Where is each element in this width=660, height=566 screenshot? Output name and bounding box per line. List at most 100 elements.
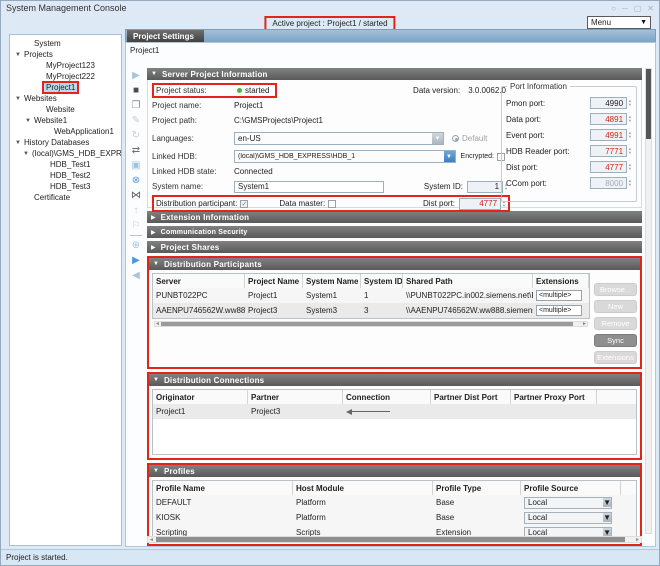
tree-item-myproject123[interactable]: MyProject123 [10, 60, 121, 71]
sync-button[interactable]: Sync [594, 334, 637, 347]
table-row[interactable]: Project1Project3 [153, 404, 636, 419]
distribution-participant-checkbox[interactable]: ✓ [240, 200, 248, 208]
originator-cell: Project1 [153, 404, 248, 419]
tree-item-project1[interactable]: Project1 [10, 82, 121, 93]
section-header-server-project-information[interactable]: ▼ Server Project Information [147, 68, 642, 80]
project-status-value: started [245, 86, 269, 95]
extensions-dropdown[interactable]: <multiple> [536, 305, 582, 316]
default-language-radio[interactable] [452, 135, 459, 142]
unlink-hdb-icon[interactable]: ⋈ [128, 188, 144, 203]
project-status-row: Project status: started Data version: 3.… [152, 83, 508, 98]
column-header: Connection [343, 390, 431, 404]
port-label: Event port: [506, 131, 590, 140]
tree-item-webapplication1[interactable]: WebApplication1 [10, 126, 121, 137]
tree-expand-icon[interactable]: ▼ [14, 96, 22, 102]
tree-expand-icon[interactable]: ▼ [24, 118, 32, 124]
profile-source-dropdown[interactable]: Local▼ [524, 512, 612, 524]
table-row[interactable]: PUNBT022PCProject1System11\\PUNBT022PC.i… [153, 288, 589, 303]
tree-item-certificate[interactable]: Certificate [10, 192, 121, 203]
close-button[interactable]: ✕ [647, 4, 654, 13]
chevron-down-icon: ▼ [640, 19, 647, 26]
scroll-left-arrow-icon[interactable]: ◄ [155, 321, 160, 327]
toolbar-divider [130, 235, 142, 236]
next-icon[interactable]: ▶ [128, 253, 144, 268]
host-module-cell: Platform [293, 495, 433, 510]
add-icon[interactable]: ⊕ [128, 238, 144, 253]
remove-button[interactable]: Remove [594, 317, 637, 330]
new-project-icon[interactable]: ❐ [128, 98, 144, 113]
scrollbar-thumb[interactable] [161, 322, 573, 326]
scrollbar-thumb[interactable] [646, 69, 651, 139]
spinner-arrows-icon[interactable]: ▲▼ [628, 115, 632, 123]
tree-expand-icon[interactable]: ▼ [14, 52, 22, 58]
scrollbar-thumb[interactable] [156, 537, 625, 542]
section-header-profiles[interactable]: ▼ Profiles [149, 465, 640, 477]
table-row[interactable]: AAENPU746562W.ww888Project3System33\\AAE… [153, 303, 589, 318]
browse--button[interactable]: Browse... [594, 283, 637, 296]
restore-icon[interactable]: ↻ [128, 128, 144, 143]
data-master-checkbox[interactable] [328, 200, 336, 208]
tree-item-label: HDB_Test2 [48, 171, 92, 180]
tree-item-projects[interactable]: ▼Projects [10, 49, 121, 60]
scroll-left-arrow-icon[interactable]: ◄ [149, 537, 154, 543]
table-row[interactable]: DEFAULTPlatformBaseLocal▼ [153, 495, 636, 510]
data-master-label: Data master: [279, 199, 325, 208]
table-row[interactable]: KIOSKPlatformBaseLocal▼ [153, 510, 636, 525]
tree-item-hdb-test3[interactable]: HDB_Test3 [10, 181, 121, 192]
stop-project-icon[interactable]: ■ [128, 83, 144, 98]
tree-item--local-gms-hdb-express[interactable]: ▼(local)\GMS_HDB_EXPRESS [10, 148, 121, 159]
tree-item-hdb-test2[interactable]: HDB_Test2 [10, 170, 121, 181]
project-subtitle: Project1 [130, 46, 159, 55]
tree-item-myproject222[interactable]: MyProject222 [10, 71, 121, 82]
section-header-communication-security[interactable]: ▶ Communication Security [147, 226, 642, 238]
compare-icon[interactable]: ⇄ [128, 143, 144, 158]
spinner-arrows-icon[interactable]: ▲▼ [628, 147, 632, 155]
section-header-distribution-participants[interactable]: ▼ Distribution Participants [149, 258, 640, 270]
cancel-icon[interactable]: ⊗ [128, 173, 144, 188]
tree-item-history-databases[interactable]: ▼History Databases [10, 137, 121, 148]
linked-hdb-dropdown[interactable]: (local)\GMS_HDB_EXPRESS\HDB_1 ▼ [234, 150, 456, 163]
spinner-arrows-icon[interactable]: ▲▼ [628, 179, 632, 187]
tree-expand-icon[interactable]: ▼ [22, 151, 30, 157]
vertical-scrollbar[interactable] [645, 68, 652, 534]
upgrade-icon[interactable]: ↑ [128, 203, 144, 218]
column-header: Shared Path [403, 274, 533, 288]
project-name-label: Project name: [152, 101, 234, 110]
maximize-button[interactable]: ▢ [634, 4, 642, 13]
extensions-dropdown[interactable]: <multiple> [536, 290, 582, 301]
profiles-highlight: ▼ Profiles Profile NameHost ModuleProfil… [147, 463, 642, 546]
new-button[interactable]: New [594, 300, 637, 313]
horizontal-scrollbar[interactable]: ◄ ► [147, 536, 642, 543]
tree-item-system[interactable]: System [10, 38, 121, 49]
spinner-arrows-icon[interactable]: ▲▼ [628, 163, 632, 171]
tree-item-websites[interactable]: ▼Websites [10, 93, 121, 104]
tree-item-website[interactable]: Website [10, 104, 121, 115]
tree-item-hdb-test1[interactable]: HDB_Test1 [10, 159, 121, 170]
chevron-down-icon: ▼ [444, 151, 455, 162]
distribution-participants-table: ServerProject NameSystem NameSystem IDSh… [152, 273, 590, 319]
extensions-button[interactable]: Extensions [594, 351, 637, 364]
previous-icon[interactable]: ◀ [128, 268, 144, 283]
participants-horizontal-scrollbar[interactable]: ◄ ► [154, 321, 588, 327]
server-project-information-body: Project status: started Data version: 3.… [147, 80, 642, 208]
spinner-arrows-icon[interactable]: ▲▼ [628, 99, 632, 107]
languages-dropdown[interactable]: en-US ▼ [234, 132, 444, 145]
table-cell: System1 [303, 288, 361, 303]
section-header-distribution-connections[interactable]: ▼ Distribution Connections [149, 374, 640, 386]
section-header-extension-information[interactable]: ▶ Extension Information [147, 211, 642, 223]
scroll-right-arrow-icon[interactable]: ► [635, 537, 640, 543]
profile-source-dropdown[interactable]: Local▼ [524, 497, 612, 509]
save-icon[interactable]: ▣ [128, 158, 144, 173]
section-header-project-shares[interactable]: ▶ Project Shares [147, 241, 642, 253]
edit-project-icon[interactable]: ✎ [128, 113, 144, 128]
pin-icon[interactable]: ⚐ [128, 218, 144, 233]
tree-item-website1[interactable]: ▼Website1 [10, 115, 121, 126]
system-name-input[interactable]: System1 [234, 181, 384, 193]
menu-dropdown[interactable]: Menu ▼ [587, 16, 651, 29]
spinner-arrows-icon[interactable]: ▲▼ [628, 131, 632, 139]
minimize-button[interactable]: ─ [622, 4, 628, 13]
scroll-right-arrow-icon[interactable]: ► [582, 321, 587, 327]
start-project-icon[interactable]: ▶ [128, 68, 144, 83]
tree-expand-icon[interactable]: ▼ [14, 140, 22, 146]
extensions-value: <multiple> [537, 292, 581, 299]
